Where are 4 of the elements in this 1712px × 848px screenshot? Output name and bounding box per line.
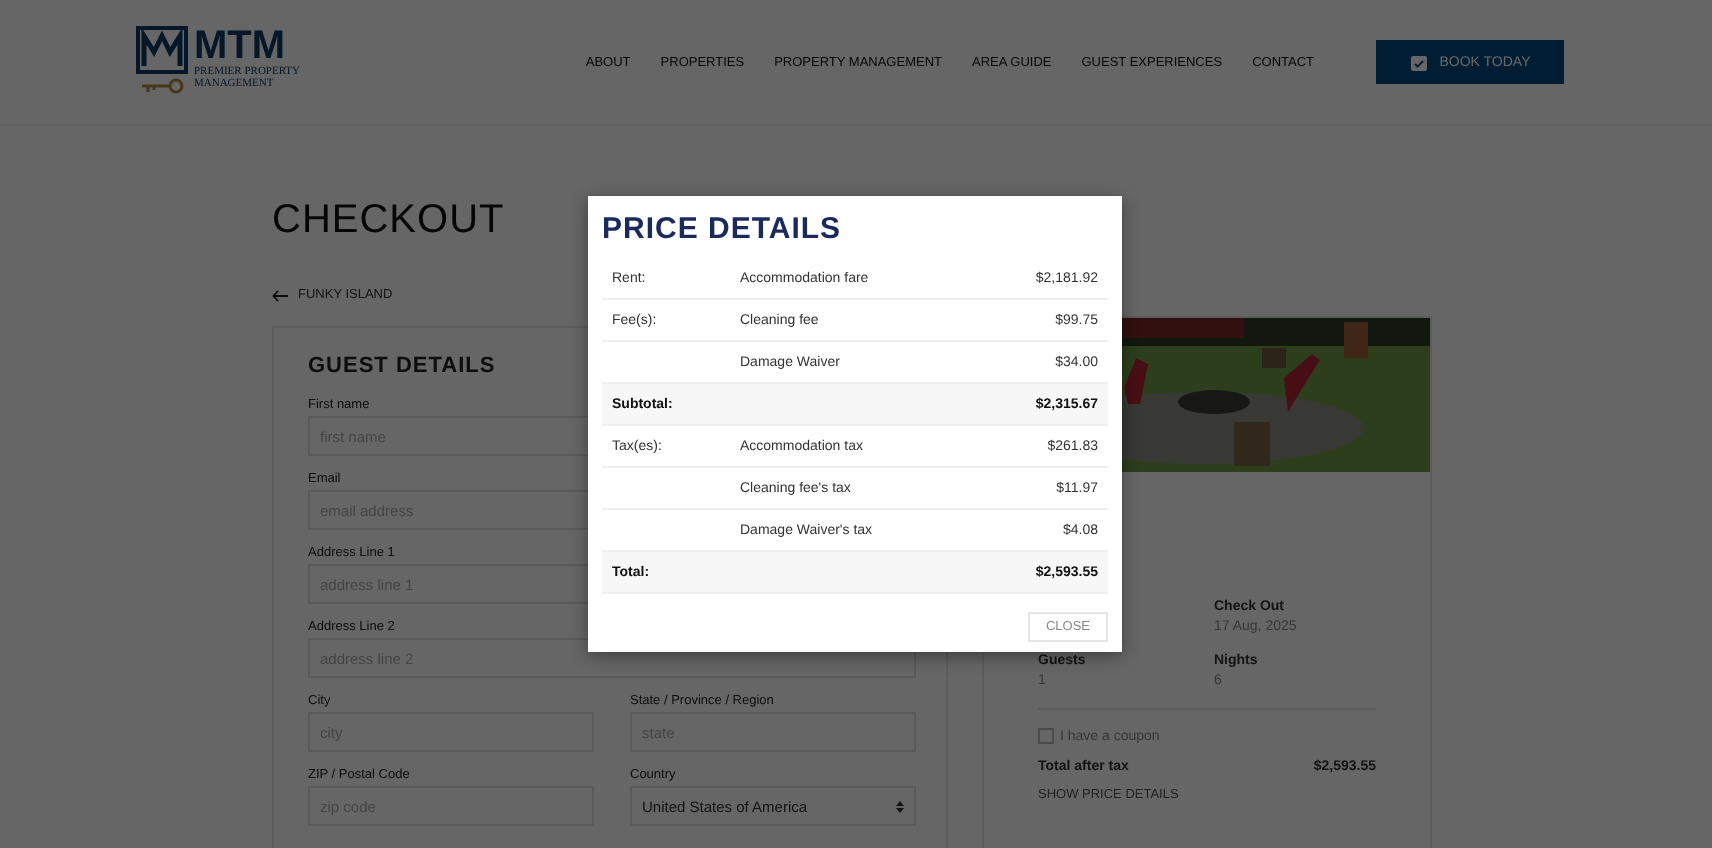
- logo-name: MTM: [194, 26, 286, 66]
- section-title: GUEST DETAILS: [308, 354, 496, 378]
- page-title: CHECKOUT: [272, 198, 505, 244]
- dialog-title: PRICE DETAILS: [602, 212, 844, 246]
